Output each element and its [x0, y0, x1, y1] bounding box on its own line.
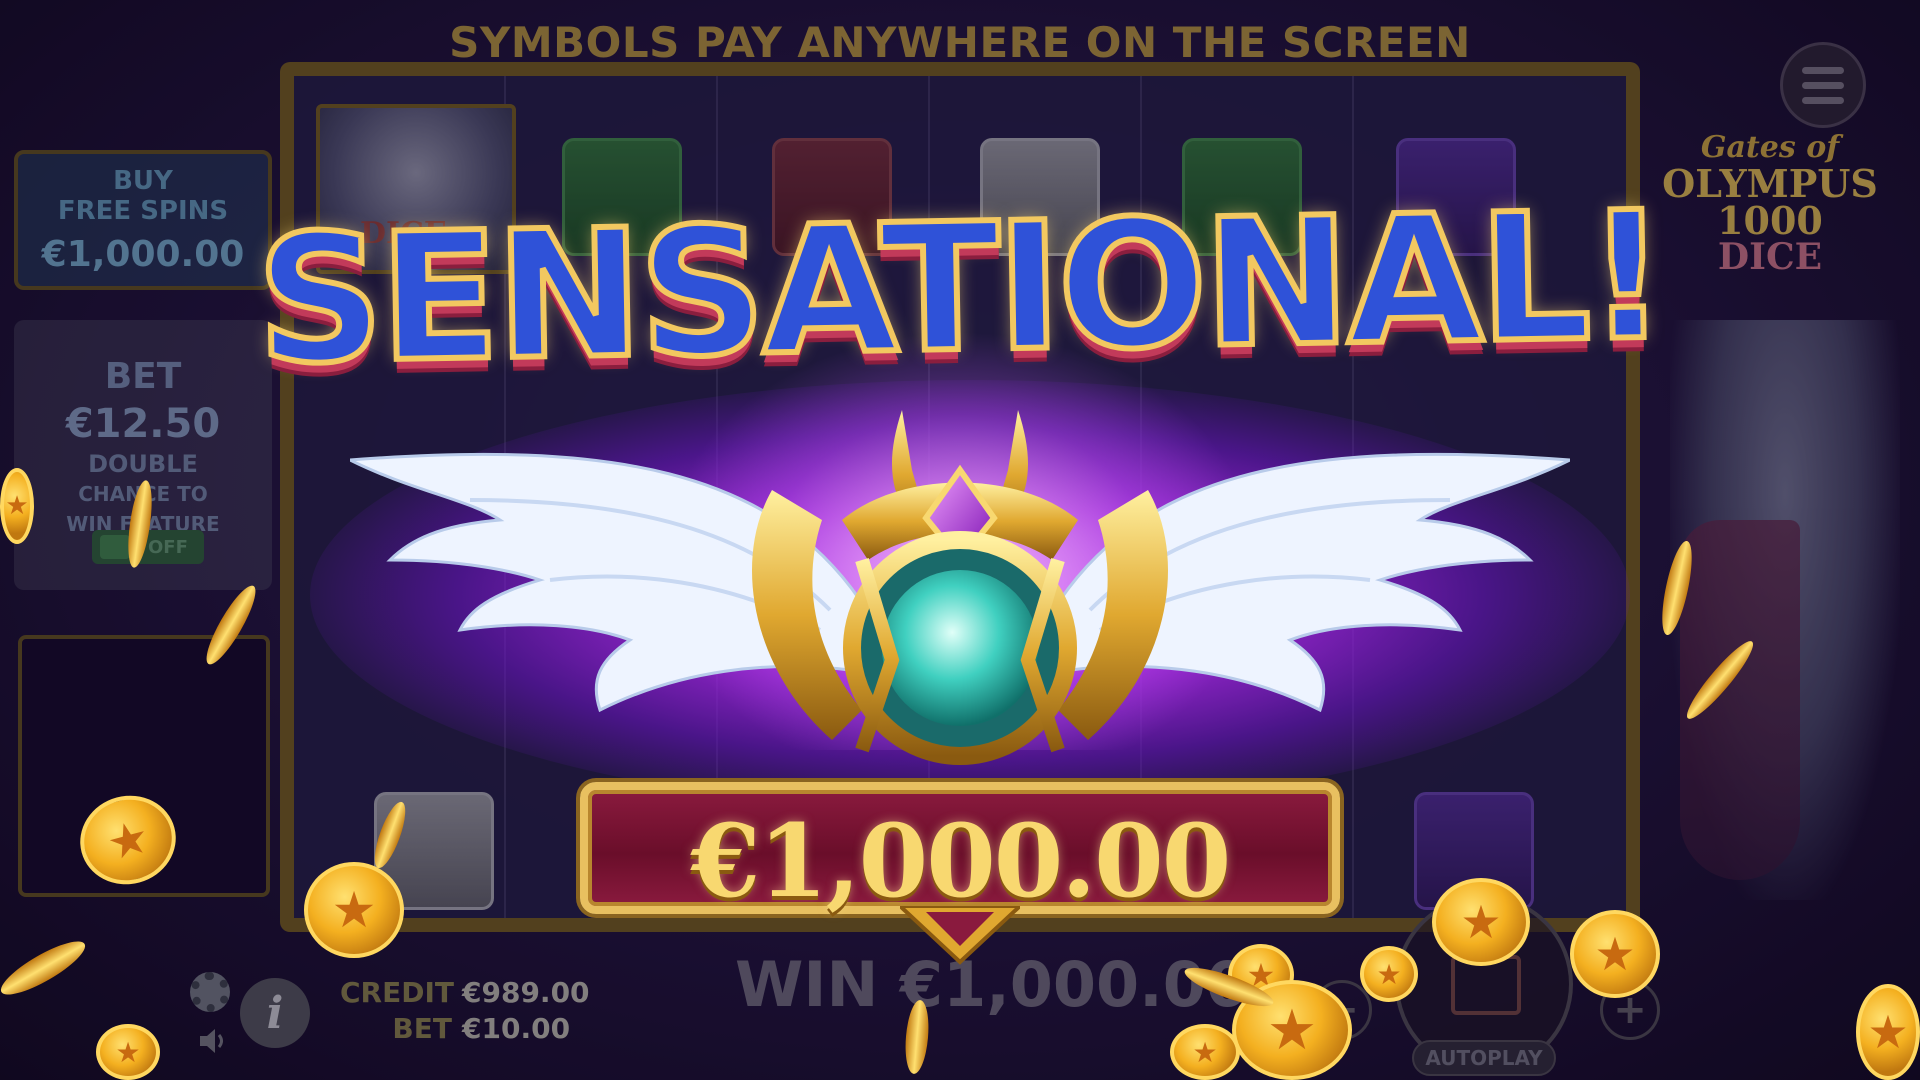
star-coin-icon: ★ — [1856, 984, 1920, 1080]
star-coin-icon: ★ — [304, 862, 404, 958]
win-amount-plate: €1,000.00 — [580, 782, 1340, 920]
star-coin-icon: ★ — [1360, 946, 1418, 1002]
win-title: SENSATIONAL! — [252, 171, 1668, 407]
golden-emblem — [752, 410, 1168, 765]
win-amount: €1,000.00 — [690, 802, 1232, 920]
game-screen: SYMBOLS PAY ANYWHERE ON THE SCREEN DICE … — [0, 0, 1920, 1080]
star-coin-icon: ★ — [96, 1024, 160, 1080]
star-coin-icon: ★ — [1432, 878, 1530, 966]
star-coin-icon: ★ — [1570, 910, 1660, 998]
plate-ornament — [900, 906, 1020, 965]
star-coin-icon: ★ — [1170, 1024, 1240, 1080]
star-coin-icon: ★ — [0, 468, 34, 544]
